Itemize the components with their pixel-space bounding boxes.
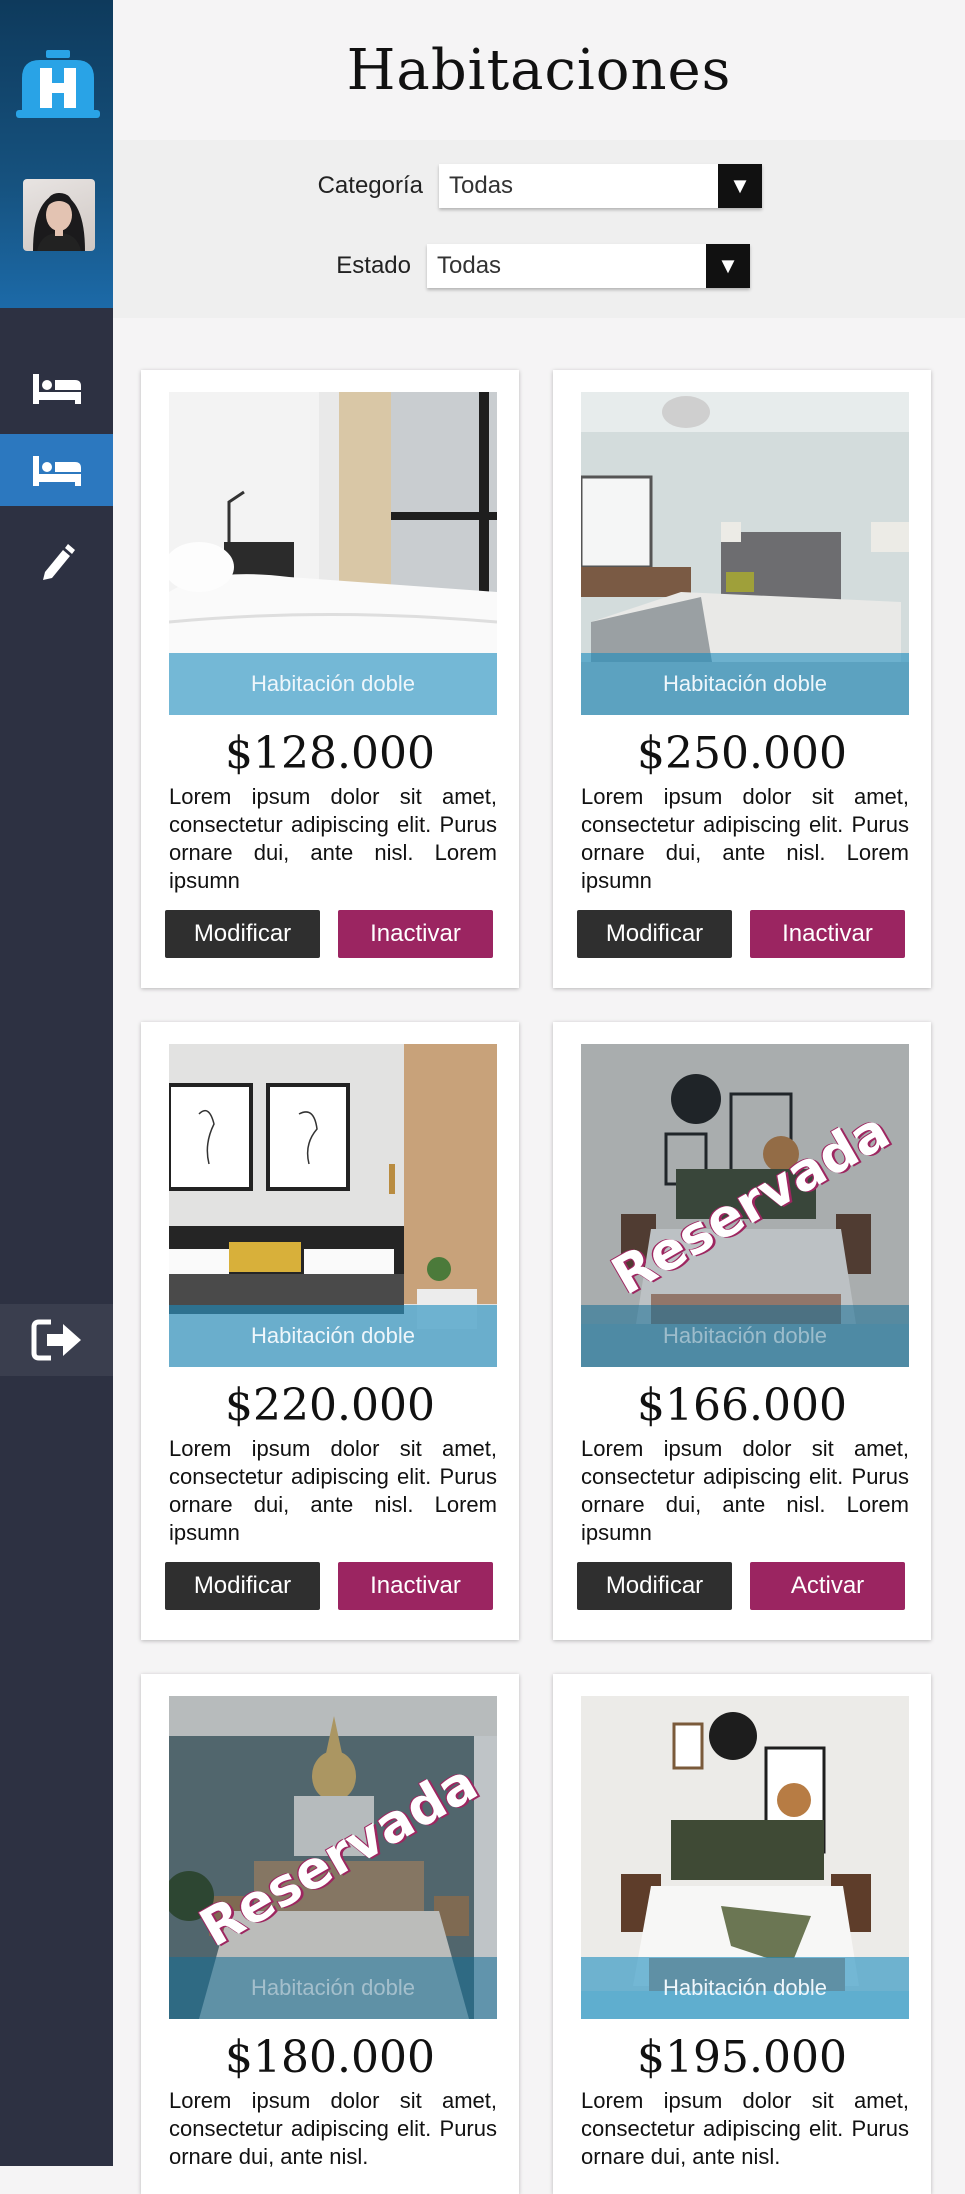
room-card: Reservada Habitación doble $166.000 Lore… xyxy=(553,1022,931,1640)
chevron-down-icon[interactable]: ▼ xyxy=(706,244,750,288)
category-filter: Categoría Todas ▼ xyxy=(303,164,762,208)
status-filter: Estado Todas ▼ xyxy=(274,244,750,288)
avatar-icon xyxy=(33,193,85,251)
room-description: Lorem ipsum dolor sit amet, consectetur … xyxy=(581,1436,909,1545)
room-card: Habitación doble $128.000 Lorem ipsum do… xyxy=(141,370,519,988)
room-card: Reservada Habitación doble $180.000 Lore… xyxy=(141,1674,519,2194)
room-caption: Habitación doble xyxy=(581,1305,909,1367)
category-select[interactable]: Todas ▼ xyxy=(439,164,762,208)
hotel-logo-icon[interactable] xyxy=(16,48,100,120)
room-image: Habitación doble xyxy=(169,1044,497,1367)
status-value: Todas xyxy=(437,252,502,279)
room-card: Habitación doble $220.000 Lorem ipsum do… xyxy=(141,1022,519,1640)
activate-button[interactable]: Activar xyxy=(750,1562,905,1610)
status-select[interactable]: Todas ▼ xyxy=(427,244,750,288)
nav-rooms[interactable] xyxy=(0,352,113,424)
page-header: Habitaciones xyxy=(113,0,965,140)
nav-edit[interactable] xyxy=(0,526,113,598)
room-description: Lorem ipsum dolor sit amet, consectetur … xyxy=(169,2088,497,2169)
room-price: $166.000 xyxy=(637,1380,847,1431)
room-image: Reservada Habitación doble xyxy=(581,1044,909,1367)
room-image: Habitación doble xyxy=(581,1696,909,2019)
room-image: Habitación doble xyxy=(581,392,909,715)
room-caption: Habitación doble xyxy=(169,1957,497,2019)
room-image: Reservada Habitación doble xyxy=(169,1696,497,2019)
category-value: Todas xyxy=(449,172,514,199)
chevron-down-icon[interactable]: ▼ xyxy=(718,164,762,208)
room-description: Lorem ipsum dolor sit amet, consectetur … xyxy=(581,2088,909,2169)
inactivate-button[interactable]: Inactivar xyxy=(750,910,905,958)
room-price: $220.000 xyxy=(225,1380,435,1431)
category-label: Categoría xyxy=(317,172,423,199)
bed-icon xyxy=(32,374,81,404)
logout-icon xyxy=(31,1319,81,1361)
room-price: $250.000 xyxy=(637,728,847,779)
room-caption: Habitación doble xyxy=(581,653,909,715)
room-price: $180.000 xyxy=(225,2032,435,2083)
user-avatar[interactable] xyxy=(23,179,95,251)
bed-icon xyxy=(32,456,81,486)
modify-button[interactable]: Modificar xyxy=(165,910,320,958)
room-price: $195.000 xyxy=(637,2032,847,2083)
sidebar-header xyxy=(0,0,113,308)
room-card: Habitación doble $250.000 Lorem ipsum do… xyxy=(553,370,931,988)
room-description: Lorem ipsum dolor sit amet, consectetur … xyxy=(169,784,497,893)
room-price: $128.000 xyxy=(225,728,435,779)
room-card: Habitación doble $195.000 Lorem ipsum do… xyxy=(553,1674,931,2194)
modify-button[interactable]: Modificar xyxy=(577,1562,732,1610)
nav-rooms-active[interactable] xyxy=(0,434,113,506)
room-image: Habitación doble xyxy=(169,392,497,715)
room-caption: Habitación doble xyxy=(581,1957,909,2019)
room-description: Lorem ipsum dolor sit amet, consectetur … xyxy=(581,784,909,893)
status-label: Estado xyxy=(336,252,411,279)
logout-button[interactable] xyxy=(0,1304,113,1376)
sidebar xyxy=(0,0,113,2166)
modify-button[interactable]: Modificar xyxy=(577,910,732,958)
room-caption: Habitación doble xyxy=(169,653,497,715)
filter-bar: Categoría Todas ▼ Estado Todas ▼ xyxy=(113,140,965,318)
inactivate-button[interactable]: Inactivar xyxy=(338,910,493,958)
room-description: Lorem ipsum dolor sit amet, consectetur … xyxy=(169,1436,497,1545)
inactivate-button[interactable]: Inactivar xyxy=(338,1562,493,1610)
room-caption: Habitación doble xyxy=(169,1305,497,1367)
modify-button[interactable]: Modificar xyxy=(165,1562,320,1610)
page-title: Habitaciones xyxy=(346,38,732,103)
pencil-icon xyxy=(42,544,75,580)
